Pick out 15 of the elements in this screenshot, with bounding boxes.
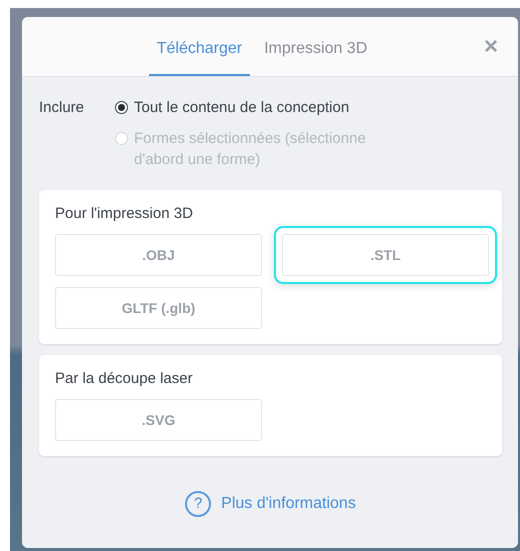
option-label: Formes sélectionnées (sélectionne d'abord une forme) [134,129,367,170]
format-button[interactable]: GLTF (.glb) [55,287,262,329]
tab[interactable]: Télécharger [148,40,250,76]
more-info-link[interactable]: ? Plus d'informations [185,490,356,516]
format-button[interactable]: .SVG [55,399,262,441]
radio-button[interactable] [115,101,128,114]
option-label: Tout le contenu de la conception [134,98,350,118]
tab[interactable]: Impression 3D [256,40,376,76]
format-button[interactable]: .STL [274,226,497,284]
format-button[interactable]: .OBJ [55,234,262,276]
help-icon: ? [185,490,212,516]
section-title: Par la découpe laser [55,370,194,387]
section-title: Pour l'impression 3D [55,205,194,222]
include-label: Inclure [39,99,86,118]
close-button[interactable]: × [484,35,498,59]
